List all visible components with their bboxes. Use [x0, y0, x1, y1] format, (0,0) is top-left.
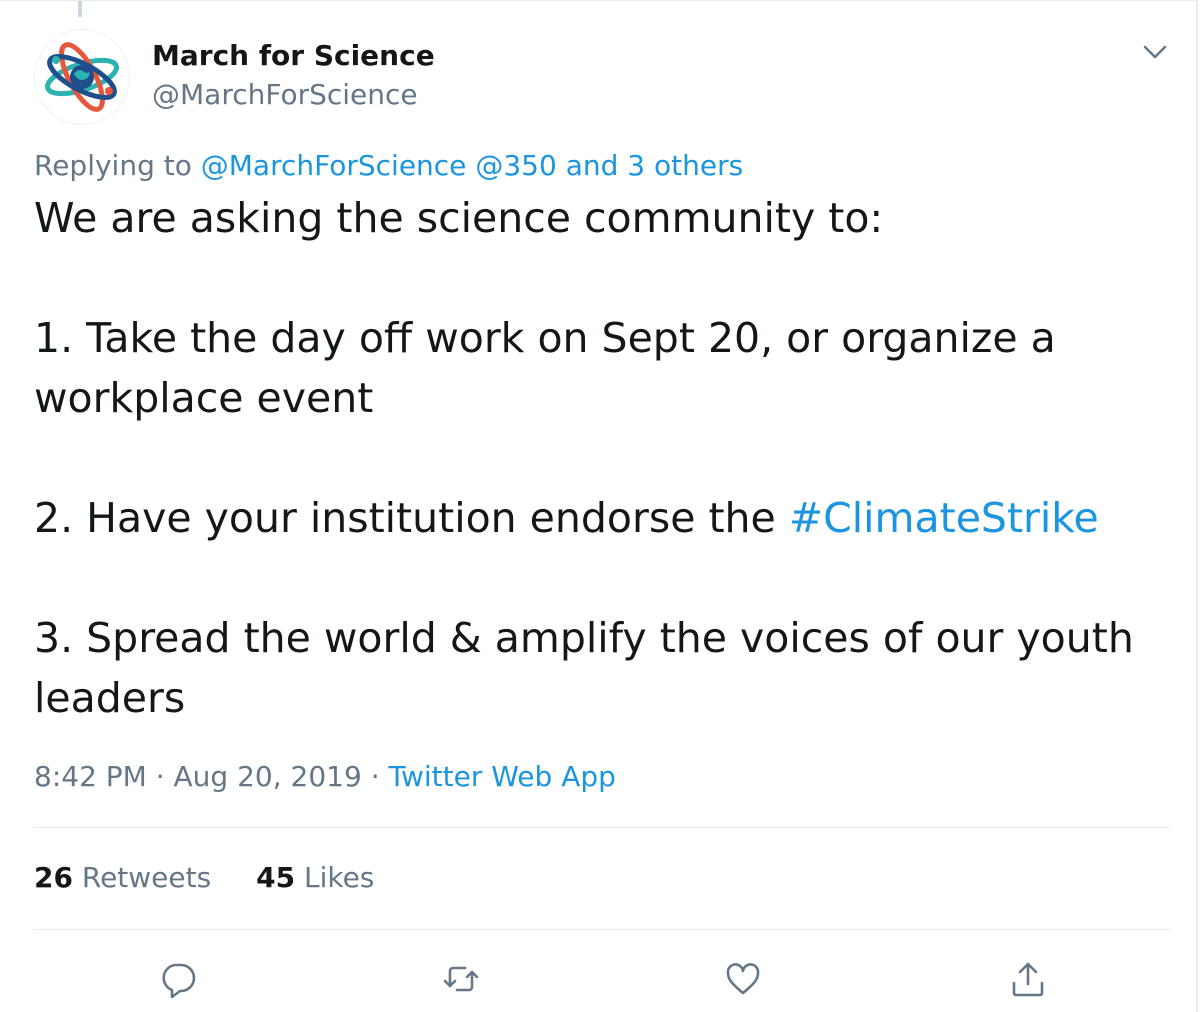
- tweet-source-link[interactable]: Twitter Web App: [389, 760, 616, 793]
- author-handle[interactable]: @MarchForScience: [152, 78, 418, 111]
- avatar[interactable]: [34, 29, 130, 125]
- tweet-item-1: 1. Take the day off work on Sept 20, or …: [34, 314, 1056, 422]
- meta-separator: ·: [361, 760, 389, 793]
- divider: [34, 929, 1170, 930]
- author-name[interactable]: March for Science: [152, 39, 435, 72]
- hashtag-climatestrike[interactable]: #ClimateStrike: [789, 494, 1099, 542]
- share-icon: [1012, 962, 1044, 997]
- likes-count: 45: [256, 861, 296, 894]
- retweets-stat[interactable]: 26 Retweets: [34, 861, 211, 894]
- retweet-button[interactable]: [441, 959, 481, 999]
- share-button[interactable]: [1008, 959, 1048, 999]
- tweet-item-3: 3. Spread the world & amplify the voices…: [34, 614, 1134, 722]
- retweet-icon: [443, 966, 479, 992]
- likes-label: Likes: [303, 861, 375, 894]
- reply-button[interactable]: [158, 959, 198, 999]
- meta-separator: ·: [146, 760, 174, 793]
- tweet-body: We are asking the science community to: …: [34, 188, 1164, 728]
- tweet-date[interactable]: Aug 20, 2019: [174, 760, 362, 793]
- tweet-stats: 26 Retweets 45 Likes: [34, 861, 410, 894]
- tweet-item-2-text: 2. Have your institution endorse the: [34, 494, 789, 542]
- replying-to-label: Replying to: [34, 149, 192, 182]
- tweet-meta: 8:42 PM · Aug 20, 2019 · Twitter Web App: [34, 760, 616, 793]
- mention-others[interactable]: and 3 others: [566, 149, 743, 182]
- retweets-label: Retweets: [81, 861, 212, 894]
- thread-connector-line: [78, 1, 82, 17]
- heart-icon: [726, 963, 760, 995]
- divider: [34, 827, 1170, 828]
- likes-stat[interactable]: 45 Likes: [256, 861, 374, 894]
- reply-icon: [162, 963, 196, 999]
- tweet-intro: We are asking the science community to:: [34, 194, 884, 242]
- tweet-menu-button[interactable]: [1140, 37, 1170, 67]
- like-button[interactable]: [723, 959, 763, 999]
- tweet-time[interactable]: 8:42 PM: [34, 760, 147, 793]
- retweets-count: 26: [34, 861, 73, 894]
- tweet-card: March for Science @MarchForScience Reply…: [0, 0, 1198, 1012]
- atom-globe-logo-icon: [45, 42, 119, 112]
- tweet-item-2: 2. Have your institution endorse the #Cl…: [34, 488, 1164, 548]
- mention-350[interactable]: @350: [475, 149, 556, 182]
- chevron-down-icon: [1143, 45, 1167, 59]
- replying-to-line: Replying to @MarchForScience @350 and 3 …: [34, 149, 743, 182]
- mention-marchforscience[interactable]: @MarchForScience: [201, 149, 467, 182]
